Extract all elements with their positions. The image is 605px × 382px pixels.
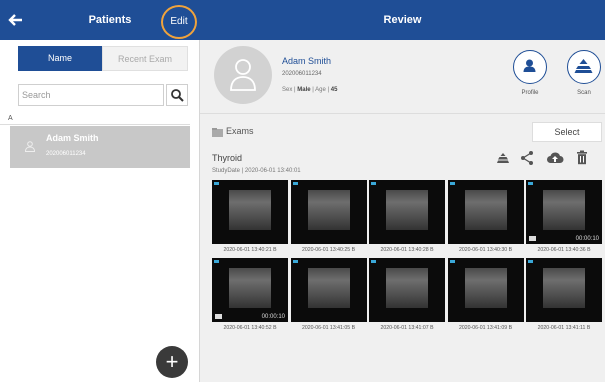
add-icon: + <box>165 349 179 374</box>
probe-marker <box>292 182 298 185</box>
image-caption: 2020-06-01 13:41:07 B <box>380 325 434 331</box>
exams-label: Exams <box>226 126 254 136</box>
user-icon <box>230 59 256 91</box>
image-thumbnail[interactable] <box>369 180 445 244</box>
sort-segment: Name Recent Exam <box>18 46 188 71</box>
ultrasound-image <box>307 190 350 230</box>
probe-marker <box>292 260 298 263</box>
probe-marker <box>371 260 376 263</box>
video-duration: 00:00:10 <box>575 236 599 242</box>
image-caption: 2020-06-01 13:40:52 B <box>223 325 277 331</box>
sex-value: Male <box>297 87 311 93</box>
cloud-upload-icon[interactable] <box>546 151 564 165</box>
age-value: 45 <box>330 87 338 93</box>
probe-marker <box>214 260 219 263</box>
video-camera-icon <box>529 236 536 241</box>
add-patient-button[interactable]: + <box>156 346 188 378</box>
study-date: StudyDate | 2020-06-01 13:40:01 <box>212 168 301 174</box>
patient-id: 202006011234 <box>46 151 86 157</box>
patients-title: Patients <box>88 14 132 26</box>
scan-small-icon[interactable] <box>496 151 510 165</box>
probe-marker <box>449 182 455 185</box>
profile-label: Profile <box>521 90 539 96</box>
profile-icon <box>523 59 536 72</box>
image-caption: 2020-06-01 13:40:28 B <box>380 247 434 253</box>
image-thumbnail[interactable] <box>290 258 367 322</box>
image-caption: 2020-06-01 13:40:36 B <box>537 247 591 253</box>
probe-marker <box>528 260 533 263</box>
scan-label: Scan <box>577 90 591 96</box>
image-thumbnail[interactable]: 00:00:10 <box>212 258 288 322</box>
tab-recent-exam[interactable]: Recent Exam <box>102 46 188 71</box>
image-thumbnail[interactable] <box>447 180 524 244</box>
image-caption: 2020-06-01 13:40:30 B <box>458 247 513 253</box>
probe-marker <box>528 182 533 185</box>
ultrasound-image <box>386 268 428 308</box>
study-title: Thyroid <box>212 153 243 163</box>
tab-name[interactable]: Name <box>18 46 102 71</box>
ultrasound-image <box>543 268 585 308</box>
user-icon <box>24 141 36 152</box>
study-actions <box>496 150 596 166</box>
folder-icon <box>212 128 223 137</box>
sex-label: Sex <box>282 87 293 93</box>
ultrasound-image <box>464 190 507 230</box>
patient-id: 202006011234 <box>282 71 322 77</box>
ultrasound-image <box>464 268 507 308</box>
review-title: Review <box>383 14 422 26</box>
probe-marker <box>214 182 219 185</box>
video-duration: 00:00:10 <box>261 314 285 320</box>
trash-icon[interactable] <box>576 150 588 165</box>
image-caption: 2020-06-01 13:41:05 B <box>301 325 356 331</box>
ultrasound-image <box>386 190 428 230</box>
back-arrow-icon[interactable] <box>6 8 26 32</box>
probe-marker <box>371 182 376 185</box>
age-label: Age <box>315 87 326 93</box>
scan-icon <box>574 59 593 73</box>
edit-button[interactable]: Edit <box>161 5 197 39</box>
ultrasound-image <box>307 268 350 308</box>
image-thumbnail[interactable] <box>447 258 524 322</box>
patient-header: Adam Smith 202006011234 Sex | Male | Age… <box>200 40 605 114</box>
share-icon[interactable] <box>520 150 534 166</box>
search-icon <box>171 89 184 102</box>
profile-button[interactable] <box>513 50 547 84</box>
group-letter: A <box>0 115 190 125</box>
image-thumbnail[interactable] <box>369 258 445 322</box>
scan-button[interactable] <box>567 50 601 84</box>
patient-name: Adam Smith <box>282 56 332 66</box>
review-panel: Adam Smith 202006011234 Sex | Male | Age… <box>200 40 605 382</box>
top-bar: Patients Edit Review <box>0 0 605 40</box>
image-thumbnail[interactable]: 00:00:10 <box>526 180 602 244</box>
patient-list-panel: Name Recent Exam Search A Adam Smith 202… <box>0 40 200 382</box>
image-caption: 2020-06-01 13:41:09 B <box>458 325 513 331</box>
probe-marker <box>449 260 455 263</box>
select-button[interactable]: Select <box>532 122 602 142</box>
exams-bar: Exams Select <box>200 120 605 144</box>
image-caption: 2020-06-01 13:40:25 B <box>301 247 356 253</box>
search-input[interactable]: Search <box>18 84 164 106</box>
ultrasound-image <box>229 268 271 308</box>
ultrasound-image <box>543 190 585 230</box>
search-button[interactable] <box>166 84 188 106</box>
patient-info: Sex | Male | Age | 45 <box>282 87 338 93</box>
patient-list-item[interactable]: Adam Smith 202006011234 <box>10 126 190 168</box>
avatar <box>214 46 272 104</box>
image-caption: 2020-06-01 13:41:11 B <box>537 325 591 331</box>
image-thumbnail[interactable] <box>212 180 288 244</box>
image-thumbnail[interactable] <box>526 258 602 322</box>
image-caption: 2020-06-01 13:40:21 B <box>223 247 277 253</box>
patient-name: Adam Smith <box>46 133 99 143</box>
image-thumbnail[interactable] <box>290 180 367 244</box>
ultrasound-image <box>229 190 271 230</box>
video-camera-icon <box>215 314 222 319</box>
